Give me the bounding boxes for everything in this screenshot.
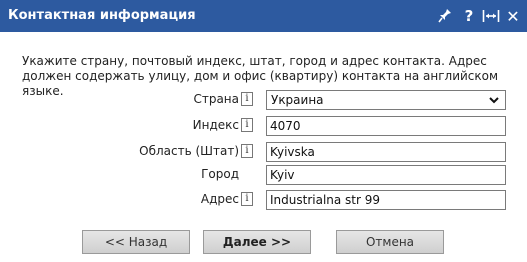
city-row: Город [0, 165, 527, 185]
postal-code-input[interactable] [266, 116, 506, 136]
country-selected-value: Украина [271, 93, 324, 107]
contact-info-dialog: Контактная информация ? ✕ Укажите страну… [0, 0, 527, 262]
region-label: Область (Штат) [139, 144, 239, 158]
postal-code-row: Индекс i [0, 116, 527, 136]
postal-code-label: Индекс [192, 118, 239, 132]
region-row: Область (Штат) i [0, 142, 527, 162]
country-row: Страна i Украина [0, 90, 527, 110]
next-button[interactable]: Далее >> [203, 230, 311, 254]
region-info-icon[interactable]: i [241, 144, 253, 158]
postal-code-info-icon[interactable]: i [241, 118, 253, 132]
cancel-button[interactable]: Отмена [336, 230, 444, 254]
back-button[interactable]: << Назад [82, 230, 190, 254]
region-input[interactable] [266, 142, 506, 162]
country-info-icon[interactable]: i [241, 92, 253, 106]
dialog-title: Контактная информация [8, 8, 196, 23]
city-input[interactable] [266, 165, 506, 185]
chevron-down-icon [489, 97, 499, 104]
city-label: Город [201, 167, 239, 181]
resize-icon[interactable] [482, 6, 500, 26]
help-icon[interactable]: ? [460, 6, 478, 26]
country-label: Страна [193, 92, 239, 106]
address-row: Адрес i [0, 190, 527, 210]
country-select[interactable]: Украина [266, 90, 506, 110]
address-label: Адрес [200, 192, 239, 206]
title-bar: Контактная информация ? ✕ [0, 0, 527, 32]
address-input[interactable] [266, 190, 506, 210]
pin-icon[interactable] [436, 6, 454, 26]
address-info-icon[interactable]: i [241, 192, 253, 206]
close-icon[interactable]: ✕ [504, 6, 522, 26]
